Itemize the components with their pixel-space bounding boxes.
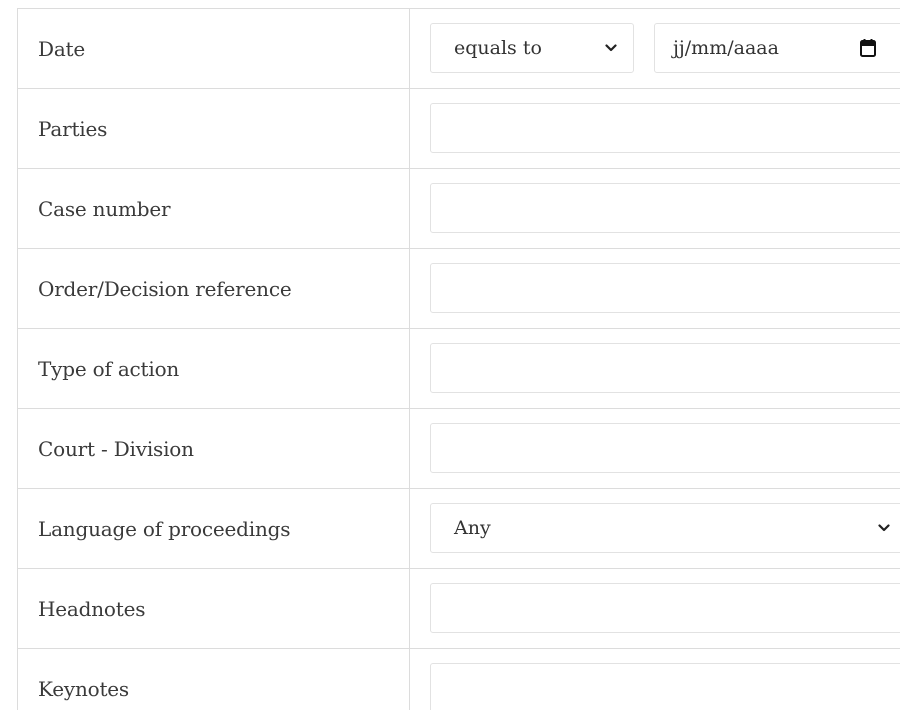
type-of-action-input-cell <box>410 329 900 408</box>
keynotes-input-cell <box>410 649 900 710</box>
form-row-headnotes: Headnotes <box>18 569 900 649</box>
search-form: Date equals to jj/mm/aaaa Parties Case n… <box>17 8 900 710</box>
form-row-case-number: Case number <box>18 169 900 249</box>
case-number-input-cell <box>410 169 900 248</box>
parties-input-cell <box>410 89 900 168</box>
court-division-input[interactable] <box>430 423 900 473</box>
language-select[interactable]: Any <box>430 503 900 553</box>
headnotes-input-cell <box>410 569 900 648</box>
parties-input[interactable] <box>430 103 900 153</box>
date-placeholder: jj/mm/aaaa <box>673 37 779 59</box>
headnotes-input[interactable] <box>430 583 900 633</box>
date-label: Date <box>18 9 410 88</box>
chevron-down-icon <box>878 524 890 532</box>
order-reference-label: Order/Decision reference <box>18 249 410 328</box>
language-input-cell: Any <box>410 489 900 568</box>
calendar-icon[interactable] <box>860 39 876 57</box>
form-row-language: Language of proceedings Any <box>18 489 900 569</box>
date-field[interactable]: jj/mm/aaaa <box>654 23 900 73</box>
form-row-keynotes: Keynotes <box>18 649 900 710</box>
case-number-input[interactable] <box>430 183 900 233</box>
form-row-parties: Parties <box>18 89 900 169</box>
court-division-input-cell <box>410 409 900 488</box>
court-division-label: Court - Division <box>18 409 410 488</box>
type-of-action-input[interactable] <box>430 343 900 393</box>
form-row-court-division: Court - Division <box>18 409 900 489</box>
parties-label: Parties <box>18 89 410 168</box>
keynotes-input[interactable] <box>430 663 900 710</box>
order-reference-input[interactable] <box>430 263 900 313</box>
date-input-cell: equals to jj/mm/aaaa <box>410 9 900 88</box>
keynotes-label: Keynotes <box>18 649 410 710</box>
date-operator-select[interactable]: equals to <box>430 23 634 73</box>
headnotes-label: Headnotes <box>18 569 410 648</box>
chevron-down-icon <box>605 44 617 52</box>
form-row-type-of-action: Type of action <box>18 329 900 409</box>
form-row-order-reference: Order/Decision reference <box>18 249 900 329</box>
type-of-action-label: Type of action <box>18 329 410 408</box>
case-number-label: Case number <box>18 169 410 248</box>
form-row-date: Date equals to jj/mm/aaaa <box>18 9 900 89</box>
language-selected-value: Any <box>454 517 491 539</box>
language-label: Language of proceedings <box>18 489 410 568</box>
date-operator-value: equals to <box>454 37 542 59</box>
order-reference-input-cell <box>410 249 900 328</box>
